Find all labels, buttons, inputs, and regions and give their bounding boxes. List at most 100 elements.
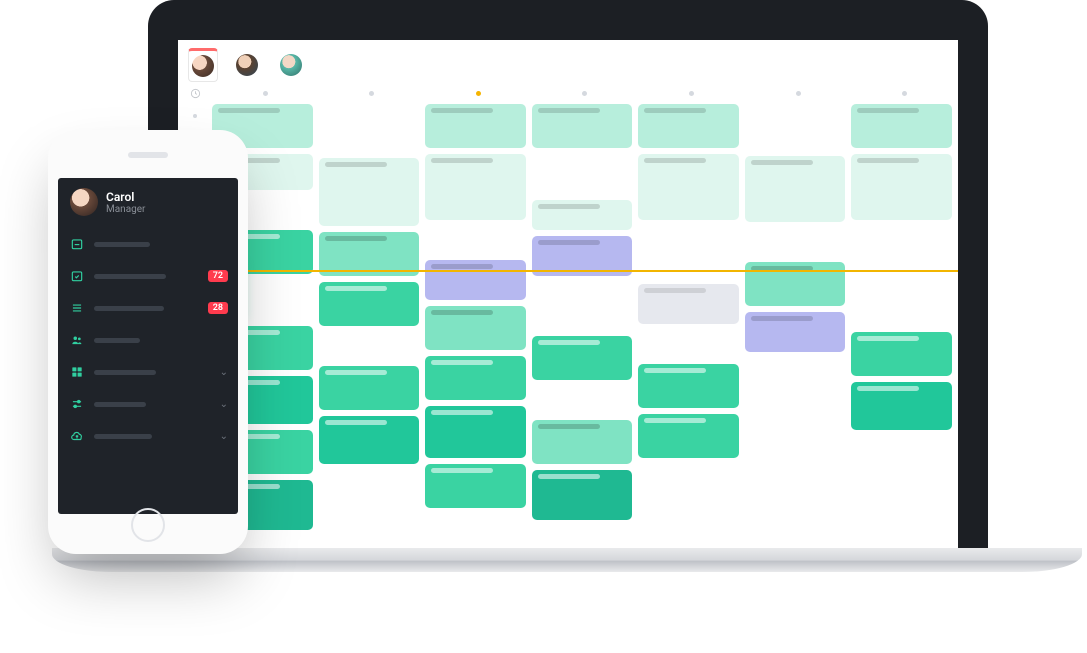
- profile-header[interactable]: Carol Manager: [58, 178, 238, 228]
- calendar-event[interactable]: [851, 332, 952, 376]
- calendar-event[interactable]: [532, 420, 633, 464]
- calendar-event[interactable]: [851, 382, 952, 430]
- profile-name: Carol: [106, 190, 145, 204]
- chevron-down-icon: ⌄: [220, 367, 228, 378]
- calendar-gap: [532, 386, 633, 414]
- calendar-event[interactable]: [425, 464, 526, 508]
- calendar-gap: [851, 226, 952, 326]
- calendar-event[interactable]: [638, 154, 739, 220]
- calendar-event[interactable]: [638, 414, 739, 458]
- calendar-event[interactable]: [319, 366, 420, 410]
- phone-screen: Carol Manager 72 28: [58, 178, 238, 514]
- nav-label-placeholder: [94, 242, 150, 247]
- cloud-upload-icon: [70, 429, 84, 443]
- nav-menu: 72 28 ⌄ ⌄: [58, 228, 238, 452]
- calendar-gap: [532, 282, 633, 330]
- calendar-gap: [745, 228, 846, 256]
- calendar-event[interactable]: [425, 306, 526, 350]
- nav-label-placeholder: [94, 306, 164, 311]
- nav-item-apps[interactable]: ⌄: [58, 356, 238, 388]
- calendar-header: [178, 82, 958, 100]
- calendar-event[interactable]: [638, 364, 739, 408]
- calendar-gap: [425, 226, 526, 254]
- calendar-gap: [319, 332, 420, 360]
- chevron-down-icon: ⌄: [220, 399, 228, 410]
- nav-label-placeholder: [94, 434, 152, 439]
- phone-frame: Carol Manager 72 28: [48, 130, 248, 554]
- calendar-event[interactable]: [425, 406, 526, 458]
- calendar-event[interactable]: [532, 470, 633, 520]
- list-icon: [70, 301, 84, 315]
- avatar-icon: [280, 54, 302, 76]
- calendar-event[interactable]: [532, 104, 633, 148]
- calendar-event[interactable]: [425, 154, 526, 220]
- calendar-event[interactable]: [319, 158, 420, 226]
- nav-item-upload[interactable]: ⌄: [58, 420, 238, 452]
- nav-item-schedule[interactable]: [58, 228, 238, 260]
- calendar-event[interactable]: [532, 336, 633, 380]
- calendar-grid[interactable]: [212, 100, 958, 560]
- nav-label-placeholder: [94, 338, 140, 343]
- nav-item-team[interactable]: [58, 324, 238, 356]
- nav-label-placeholder: [94, 402, 146, 407]
- people-icon: [70, 333, 84, 347]
- employee-tabs: [178, 40, 958, 82]
- calendar-event[interactable]: [425, 356, 526, 400]
- clock-icon: [178, 88, 212, 99]
- chevron-down-icon: ⌄: [220, 431, 228, 442]
- employee-tab-3[interactable]: [276, 48, 306, 82]
- calendar-event[interactable]: [638, 104, 739, 148]
- day-marker: [902, 91, 907, 96]
- now-indicator: [212, 270, 958, 272]
- nav-label-placeholder: [94, 370, 156, 375]
- calendar-event[interactable]: [638, 284, 739, 324]
- nav-badge: 72: [208, 270, 228, 282]
- employee-tab-2[interactable]: [232, 48, 262, 82]
- calendar-column: [745, 104, 846, 554]
- calendar-gap: [319, 470, 420, 530]
- grid-icon: [70, 365, 84, 379]
- calendar-event[interactable]: [745, 156, 846, 222]
- calendar-event[interactable]: [745, 312, 846, 352]
- avatar-icon: [70, 188, 98, 216]
- calendar-gap: [532, 154, 633, 194]
- nav-badge: 28: [208, 302, 228, 314]
- calendar-id-icon: [70, 237, 84, 251]
- nav-item-list[interactable]: 28: [58, 292, 238, 324]
- calendar-column: [425, 104, 526, 554]
- calendar-gap: [319, 104, 420, 152]
- laptop-screen: [178, 40, 958, 560]
- calendar-event[interactable]: [425, 260, 526, 300]
- day-marker: [689, 91, 694, 96]
- calendar-column: [851, 104, 952, 554]
- calendar-event[interactable]: [745, 262, 846, 306]
- calendar-event[interactable]: [851, 104, 952, 148]
- day-marker: [796, 91, 801, 96]
- calendar-column: [319, 104, 420, 554]
- calendar-event[interactable]: [319, 416, 420, 464]
- calendar-event[interactable]: [532, 200, 633, 230]
- calendar-gap: [638, 330, 739, 358]
- sliders-icon: [70, 397, 84, 411]
- nav-item-settings[interactable]: ⌄: [58, 388, 238, 420]
- calendar-body: [178, 100, 958, 560]
- nav-item-tasks[interactable]: 72: [58, 260, 238, 292]
- profile-role: Manager: [106, 204, 145, 215]
- nav-label-placeholder: [94, 274, 166, 279]
- avatar-icon: [192, 55, 214, 77]
- day-marker-today: [476, 91, 481, 96]
- calendar-event[interactable]: [851, 154, 952, 220]
- calendar-check-icon: [70, 269, 84, 283]
- avatar-icon: [236, 54, 258, 76]
- day-marker: [263, 91, 268, 96]
- day-marker: [369, 91, 374, 96]
- calendar-column: [638, 104, 739, 554]
- day-marker: [582, 91, 587, 96]
- calendar-gap: [745, 358, 846, 468]
- calendar-gap: [745, 104, 846, 150]
- calendar-column: [532, 104, 633, 554]
- calendar-event[interactable]: [425, 104, 526, 148]
- employee-tab-1[interactable]: [188, 48, 218, 82]
- calendar-event[interactable]: [319, 282, 420, 326]
- laptop-frame: [148, 0, 988, 560]
